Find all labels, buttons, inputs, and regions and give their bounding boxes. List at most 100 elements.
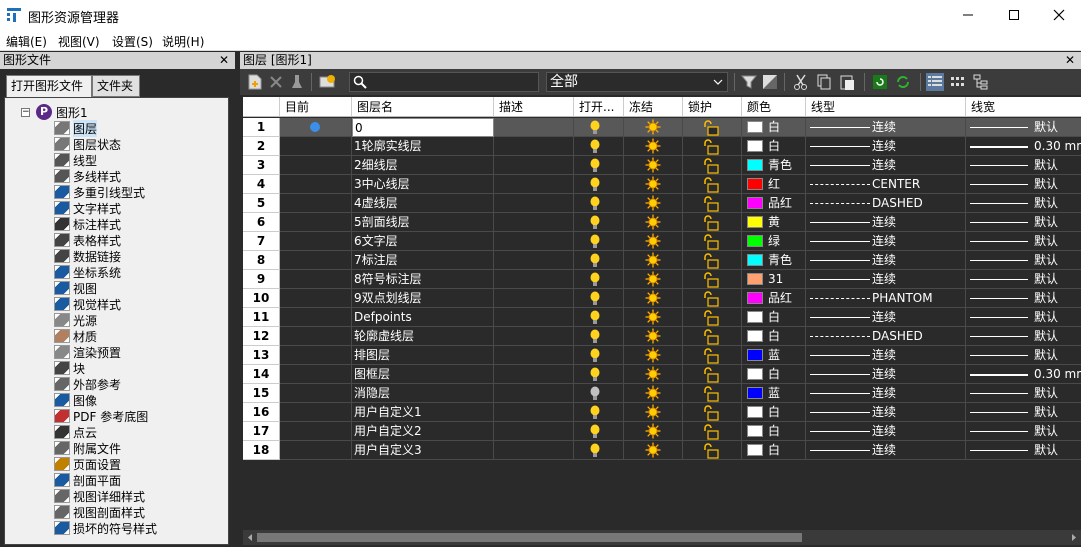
lock-cell[interactable] bbox=[683, 251, 742, 270]
sun-thawed-icon[interactable] bbox=[645, 423, 661, 439]
tree-item-xref[interactable]: 外部参考 bbox=[54, 376, 121, 392]
header-freeze[interactable]: 冻结 bbox=[624, 97, 683, 117]
lightbulb-on-icon[interactable] bbox=[589, 177, 601, 192]
description-cell[interactable] bbox=[494, 403, 574, 422]
lock-cell[interactable] bbox=[683, 384, 742, 403]
description-cell[interactable] bbox=[494, 365, 574, 384]
paste-icon[interactable] bbox=[838, 73, 856, 91]
color-cell[interactable]: 品红 bbox=[742, 194, 806, 213]
lightbulb-on-icon[interactable] bbox=[589, 139, 601, 154]
freeze-cell[interactable] bbox=[624, 156, 683, 175]
on-cell[interactable] bbox=[574, 346, 624, 365]
linetype-cell[interactable]: CENTER bbox=[806, 175, 966, 194]
tree-item-section-view-style[interactable]: 视图剖面样式 bbox=[54, 504, 145, 520]
lineweight-cell[interactable]: 默认 bbox=[966, 403, 1081, 422]
tree-item-page-setup[interactable]: 页面设置 bbox=[54, 456, 121, 472]
on-cell[interactable] bbox=[574, 384, 624, 403]
lineweight-cell[interactable]: 默认 bbox=[966, 118, 1081, 137]
layer-name-cell[interactable]: 2细线层 bbox=[352, 156, 494, 175]
lock-cell[interactable] bbox=[683, 346, 742, 365]
layer-name-cell[interactable]: 图框层 bbox=[352, 365, 494, 384]
on-cell[interactable] bbox=[574, 422, 624, 441]
description-cell[interactable] bbox=[494, 213, 574, 232]
table-row[interactable]: 5 4虚线层 品红 DASHED 默认 bbox=[243, 194, 1081, 213]
layer-name-cell[interactable]: 轮廓虚线层 bbox=[352, 327, 494, 346]
sun-thawed-icon[interactable] bbox=[645, 138, 661, 154]
freeze-cell[interactable] bbox=[624, 327, 683, 346]
lightbulb-on-icon[interactable] bbox=[589, 291, 601, 306]
description-cell[interactable] bbox=[494, 327, 574, 346]
unlock-icon[interactable] bbox=[703, 234, 719, 250]
menu-view[interactable]: 视图(V) bbox=[58, 33, 100, 50]
copy-icon[interactable] bbox=[815, 73, 833, 91]
layer-name-cell[interactable]: 0 bbox=[352, 118, 494, 137]
lineweight-cell[interactable]: 默认 bbox=[966, 289, 1081, 308]
layer-name-cell[interactable]: Defpoints bbox=[352, 308, 494, 327]
current-cell[interactable] bbox=[280, 270, 352, 289]
tree-item-material[interactable]: 材质 bbox=[54, 328, 97, 344]
color-cell[interactable]: 蓝 bbox=[742, 384, 806, 403]
collapse-icon[interactable]: − bbox=[21, 107, 30, 117]
unlock-icon[interactable] bbox=[703, 348, 719, 364]
lightbulb-on-icon[interactable] bbox=[589, 120, 601, 135]
layer-search-input[interactable] bbox=[349, 72, 539, 92]
lineweight-cell[interactable]: 默认 bbox=[966, 251, 1081, 270]
tree-root[interactable]: − P 图形1 bbox=[21, 104, 88, 120]
lightbulb-on-icon[interactable] bbox=[589, 196, 601, 211]
lock-cell[interactable] bbox=[683, 213, 742, 232]
linetype-cell[interactable]: 连续 bbox=[806, 270, 966, 289]
color-cell[interactable]: 白 bbox=[742, 308, 806, 327]
lineweight-cell[interactable]: 默认 bbox=[966, 232, 1081, 251]
purge-icon[interactable] bbox=[288, 73, 306, 91]
header-description[interactable]: 描述 bbox=[494, 97, 574, 117]
lock-cell[interactable] bbox=[683, 403, 742, 422]
lightbulb-on-icon[interactable] bbox=[589, 158, 601, 173]
freeze-cell[interactable] bbox=[624, 175, 683, 194]
table-row[interactable]: 10 9双点划线层 品红 PHANTOM 默认 bbox=[243, 289, 1081, 308]
lock-cell[interactable] bbox=[683, 327, 742, 346]
tree-item-point-cloud[interactable]: 点云 bbox=[54, 424, 97, 440]
tree-item-multiline-style[interactable]: 多线样式 bbox=[54, 168, 121, 184]
linetype-cell[interactable]: 连续 bbox=[806, 403, 966, 422]
on-cell[interactable] bbox=[574, 137, 624, 156]
table-row[interactable]: 2 1轮廓实线层 白 连续 0.30 mm bbox=[243, 137, 1081, 156]
lightbulb-on-icon[interactable] bbox=[589, 424, 601, 439]
layer-name-cell[interactable]: 6文字层 bbox=[352, 232, 494, 251]
color-cell[interactable]: 白 bbox=[742, 441, 806, 460]
lineweight-cell[interactable]: 默认 bbox=[966, 194, 1081, 213]
detail-view-icon[interactable] bbox=[926, 73, 944, 91]
unlock-icon[interactable] bbox=[703, 329, 719, 345]
description-cell[interactable] bbox=[494, 289, 574, 308]
lock-cell[interactable] bbox=[683, 270, 742, 289]
on-cell[interactable] bbox=[574, 118, 624, 137]
current-cell[interactable] bbox=[280, 175, 352, 194]
sun-thawed-icon[interactable] bbox=[645, 366, 661, 382]
sun-thawed-icon[interactable] bbox=[645, 404, 661, 420]
on-cell[interactable] bbox=[574, 327, 624, 346]
refresh-green-icon[interactable] bbox=[871, 73, 889, 91]
set-current-icon[interactable] bbox=[318, 73, 336, 91]
on-cell[interactable] bbox=[574, 194, 624, 213]
layer-name-cell[interactable]: 用户自定义1 bbox=[352, 403, 494, 422]
current-cell[interactable] bbox=[280, 289, 352, 308]
current-cell[interactable] bbox=[280, 137, 352, 156]
lineweight-cell[interactable]: 默认 bbox=[966, 175, 1081, 194]
current-cell[interactable] bbox=[280, 327, 352, 346]
current-cell[interactable] bbox=[280, 213, 352, 232]
unlock-icon[interactable] bbox=[703, 405, 719, 421]
scroll-thumb[interactable] bbox=[257, 533, 802, 542]
tree-item-section-plane[interactable]: 剖面平面 bbox=[54, 472, 121, 488]
tree-item-damaged-symbol-style[interactable]: 损坏的符号样式 bbox=[54, 520, 157, 536]
linetype-cell[interactable]: DASHED bbox=[806, 327, 966, 346]
table-row[interactable]: 4 3中心线层 红 CENTER 默认 bbox=[243, 175, 1081, 194]
freeze-cell[interactable] bbox=[624, 422, 683, 441]
lineweight-cell[interactable]: 默认 bbox=[966, 384, 1081, 403]
sun-thawed-icon[interactable] bbox=[645, 252, 661, 268]
lineweight-cell[interactable]: 默认 bbox=[966, 308, 1081, 327]
table-row[interactable]: 12 轮廓虚线层 白 DASHED 默认 bbox=[243, 327, 1081, 346]
scroll-right-icon[interactable] bbox=[1070, 533, 1078, 542]
menu-edit[interactable]: 编辑(E) bbox=[6, 33, 47, 50]
layer-filter-icon[interactable] bbox=[740, 73, 758, 91]
linetype-cell[interactable]: 连续 bbox=[806, 213, 966, 232]
color-cell[interactable]: 31 bbox=[742, 270, 806, 289]
